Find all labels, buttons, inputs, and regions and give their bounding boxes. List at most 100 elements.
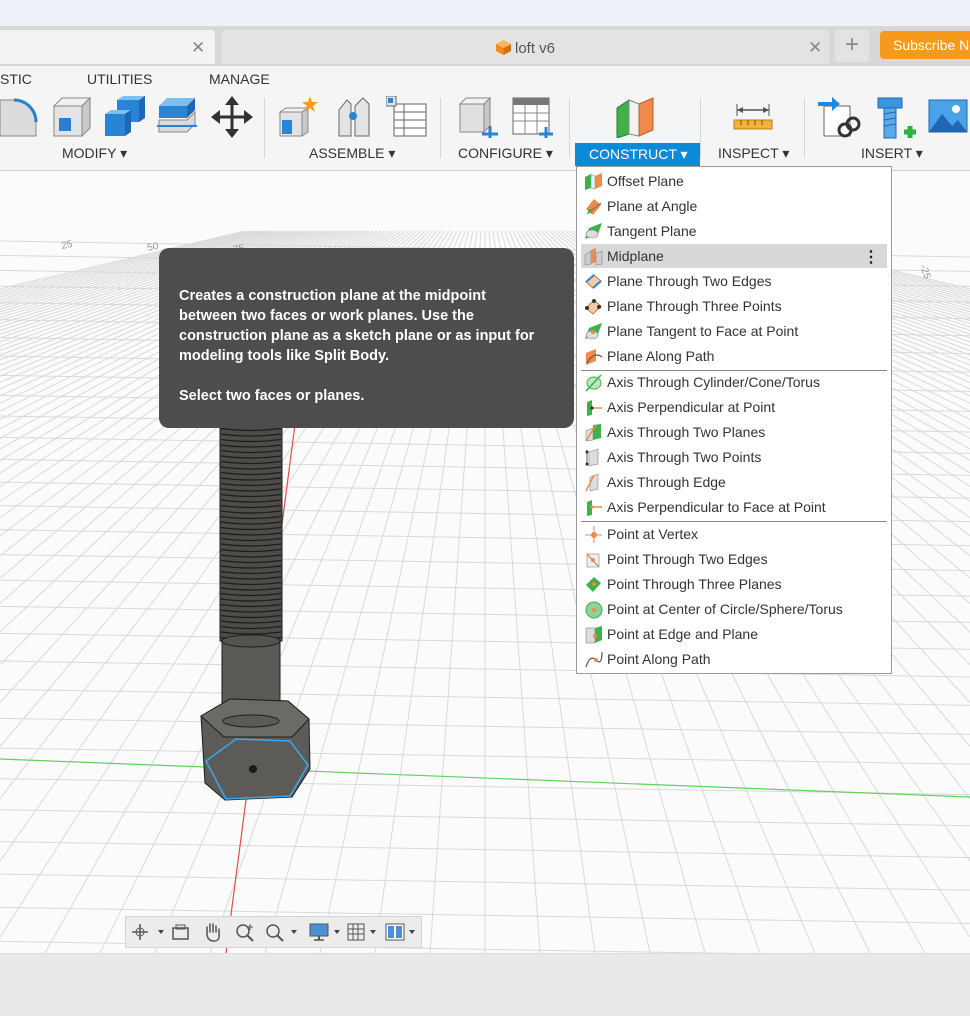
menu-item-offset-plane[interactable]: Offset Plane [581, 169, 887, 193]
tab-plastic[interactable]: STIC [0, 71, 32, 87]
menu-item-plane-along-path[interactable]: Plane Along Path [581, 344, 887, 368]
parameters-icon[interactable] [456, 96, 500, 138]
midplane-tooltip: Creates a construction plane at the midp… [159, 248, 574, 428]
tooltip-description-line: between two faces or work planes. Use th… [179, 308, 474, 324]
construct-dropdown: Offset Plane Plane at Angle Tangent Plan… [576, 166, 892, 674]
midplane-icon [584, 248, 603, 266]
status-area [0, 953, 970, 1016]
menu-item-axis-perpendicular-at-point[interactable]: Axis Perpendicular at Point [581, 395, 887, 419]
toolbar-separator [804, 98, 805, 158]
joint-icon[interactable] [333, 96, 373, 138]
design-cube-icon [495, 40, 511, 55]
tooltip-description-line: modeling tools like Split Body. [179, 348, 389, 364]
plane-tangent-face-icon [585, 323, 602, 340]
plane-along-path-icon [586, 349, 603, 365]
tab-manage[interactable]: MANAGE [209, 71, 270, 87]
new-tab-button[interactable]: + [835, 30, 869, 62]
shell-icon[interactable] [50, 96, 92, 138]
axis-two-points-icon [585, 448, 599, 467]
inspect-menu[interactable]: INSPECT ▾ [718, 145, 789, 162]
menu-item-point-along-path[interactable]: Point Along Path [581, 647, 887, 671]
menu-item-midplane[interactable]: Midplane ⋮ [581, 244, 887, 268]
assemble-menu[interactable]: ASSEMBLE ▾ [309, 145, 395, 162]
insert-derive-icon[interactable] [818, 96, 862, 140]
modify-menu[interactable]: MODIFY ▾ [62, 145, 127, 162]
offset-plane-icon [585, 173, 602, 190]
menu-item-point-at-center[interactable]: Point at Center of Circle/Sphere/Torus [581, 597, 887, 621]
menu-item-axis-through-two-points[interactable]: Axis Through Two Points [581, 445, 887, 469]
fillet-icon[interactable] [0, 96, 38, 138]
ribbon-toolbar: STIC UTILITIES MANAGE MODIFY ▾ ASSEMBLE … [0, 66, 970, 171]
point-vertex-icon [585, 526, 602, 543]
point-edge-plane-icon [585, 626, 602, 644]
document-tab-active[interactable]: loft v6 ✕ [221, 30, 829, 64]
menu-item-point-through-two-edges[interactable]: Point Through Two Edges [581, 547, 887, 571]
orbit-icon[interactable] [130, 922, 168, 942]
plane-at-angle-icon [586, 199, 602, 215]
menu-item-tangent-plane[interactable]: Tangent Plane [581, 219, 887, 243]
ruler-label: 50 [146, 241, 160, 254]
subscribe-button[interactable]: Subscribe Now [880, 31, 970, 59]
configuration-table-icon[interactable] [511, 96, 555, 138]
new-component-icon[interactable] [278, 96, 320, 138]
construct-plane-icon[interactable] [615, 96, 657, 138]
point-two-edges-icon [586, 553, 600, 568]
grid-snaps-icon[interactable] [346, 922, 382, 942]
insert-mcmaster-icon[interactable] [874, 96, 916, 140]
point-three-planes-icon [586, 577, 601, 592]
axis-perpendicular-point-icon [587, 400, 602, 416]
point-center-icon [585, 601, 603, 619]
display-settings-icon[interactable] [308, 922, 346, 942]
plane-two-edges-icon [585, 274, 602, 289]
measure-icon[interactable] [733, 96, 773, 138]
document-tab-bar: ✕ loft v6 ✕ [0, 26, 970, 66]
axis-cylinder-icon [585, 374, 602, 392]
close-icon[interactable]: ✕ [808, 38, 822, 58]
insert-canvas-icon[interactable] [928, 96, 970, 138]
menu-item-axis-through-two-planes[interactable]: Axis Through Two Planes [581, 420, 887, 444]
browser-top-strip [0, 0, 970, 26]
point-along-path-icon [585, 651, 603, 668]
more-options-icon[interactable]: ⋮ [863, 247, 879, 267]
component-table-icon[interactable] [386, 96, 428, 138]
menu-item-axis-through-cylinder[interactable]: Axis Through Cylinder/Cone/Torus [581, 370, 887, 394]
menu-item-axis-through-edge[interactable]: Axis Through Edge [581, 470, 887, 494]
combine-icon[interactable] [103, 96, 147, 138]
tooltip-hint: Select two faces or planes. [179, 388, 365, 404]
toolbar-separator [569, 98, 570, 158]
menu-item-axis-perpendicular-to-face[interactable]: Axis Perpendicular to Face at Point [581, 495, 887, 519]
menu-item-plane-through-two-edges[interactable]: Plane Through Two Edges [581, 269, 887, 293]
menu-item-point-at-vertex[interactable]: Point at Vertex [581, 522, 887, 546]
menu-item-plane-through-three-points[interactable]: Plane Through Three Points [581, 294, 887, 318]
document-title-text: loft v6 [514, 40, 556, 57]
menu-item-plane-at-angle[interactable]: Plane at Angle [581, 194, 887, 218]
configure-menu[interactable]: CONFIGURE ▾ [458, 145, 553, 162]
tab-utilities[interactable]: UTILITIES [87, 71, 152, 87]
pan-hand-icon[interactable] [202, 922, 224, 942]
menu-item-plane-tangent-to-face[interactable]: Plane Tangent to Face at Point [581, 319, 887, 343]
close-icon[interactable]: ✕ [191, 38, 205, 58]
tooltip-description-line: construction plane as a sketch plane or … [179, 328, 535, 344]
ruler-label: 25 [60, 239, 74, 252]
toolbar-separator [264, 98, 265, 158]
viewports-icon[interactable] [384, 922, 420, 942]
toolbar-separator [700, 98, 701, 158]
document-tab-title: loft v6 [221, 39, 829, 57]
menu-item-point-through-three-planes[interactable]: Point Through Three Planes [581, 572, 887, 596]
tooltip-description-line: Creates a construction plane at the midp… [179, 288, 486, 304]
axis-perpendicular-face-icon [587, 500, 602, 516]
offset-face-icon[interactable] [157, 96, 197, 138]
zoom-icon[interactable] [234, 922, 256, 942]
navigation-bar [125, 916, 422, 948]
insert-menu[interactable]: INSERT ▾ [861, 145, 923, 162]
plane-three-points-icon [585, 299, 602, 315]
look-at-icon[interactable] [170, 922, 192, 942]
document-tab-previous[interactable]: ✕ [0, 30, 215, 64]
fit-zoom-icon[interactable] [264, 922, 302, 942]
construct-menu[interactable]: CONSTRUCT ▾ [575, 143, 700, 166]
tangent-plane-icon [585, 223, 602, 239]
menu-item-point-at-edge-and-plane[interactable]: Point at Edge and Plane [581, 622, 887, 646]
toolbar-separator [440, 98, 441, 158]
axis-edge-icon [585, 473, 599, 492]
move-copy-icon[interactable] [211, 96, 253, 138]
